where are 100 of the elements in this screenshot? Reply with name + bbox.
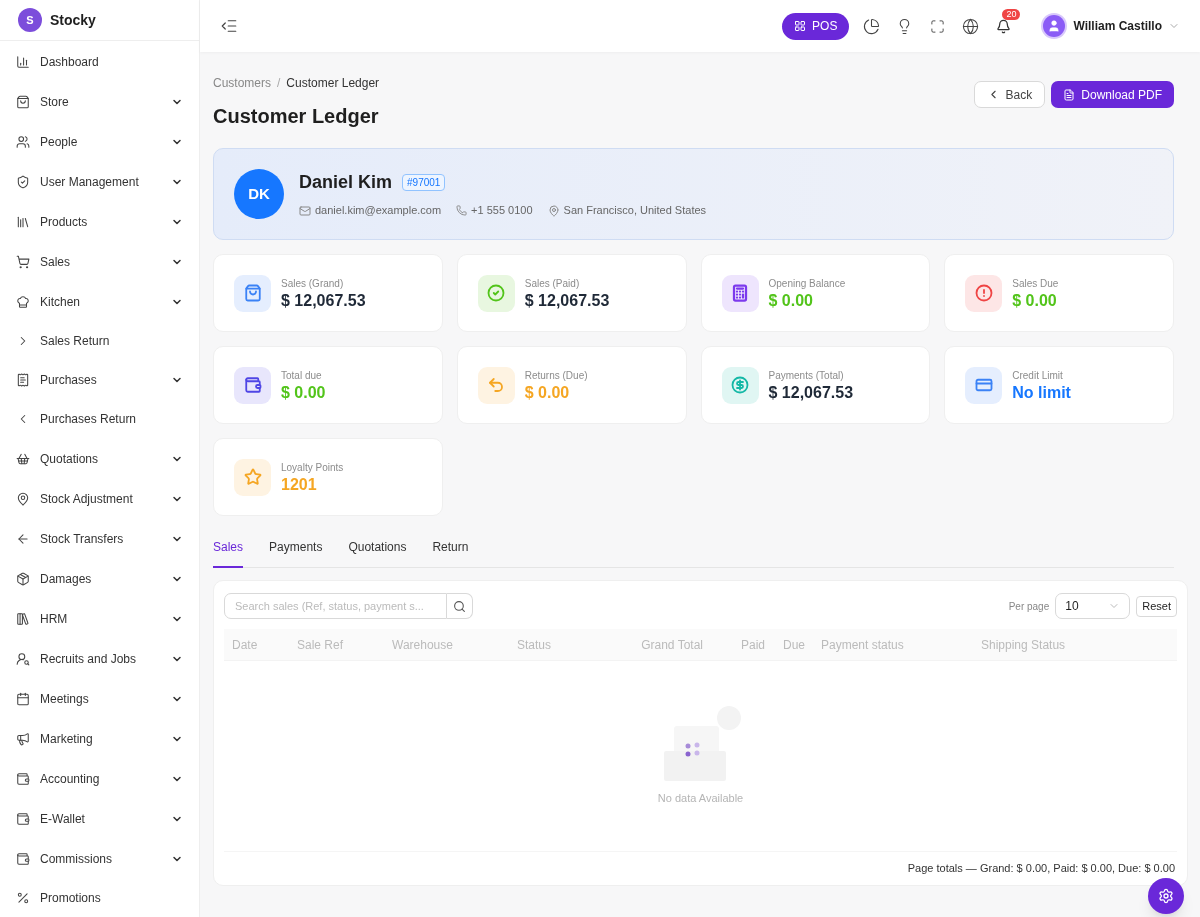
customer-name: Daniel Kim <box>299 171 393 195</box>
wallet-icon <box>16 811 30 826</box>
stat-label: Credit Limit <box>1012 368 1064 383</box>
fullscreen-icon[interactable] <box>930 18 946 34</box>
back-button[interactable]: Back <box>973 81 1046 108</box>
sidebar-item[interactable]: Quotations <box>0 438 199 479</box>
download-pdf-button[interactable]: Download PDF <box>1051 81 1174 108</box>
sidebar-item[interactable]: Sales <box>0 241 199 282</box>
tab[interactable]: Payments <box>269 538 323 568</box>
column-header: Payment status <box>820 636 905 654</box>
sidebar-item[interactable]: Recruits and Jobs <box>0 638 199 679</box>
sidebar-item[interactable]: Promotions <box>0 878 199 917</box>
stat-value: $ 0.00 <box>524 382 571 403</box>
empty-state-text: No data Available <box>657 790 744 806</box>
customer-code-tag: #97001 <box>402 174 446 192</box>
sidebar-item[interactable]: Purchases <box>0 360 199 400</box>
stat-label: Sales Due <box>1012 276 1059 291</box>
tab[interactable]: Sales <box>213 538 244 568</box>
sidebar-item[interactable]: Commissions <box>0 838 199 879</box>
settings-icon <box>1158 888 1174 904</box>
books-icon <box>16 611 30 626</box>
per-page-label: Per page <box>1008 599 1050 614</box>
settings-button[interactable] <box>1148 878 1184 914</box>
notification-badge: 20 <box>1002 8 1021 20</box>
column-header: Sale Ref <box>296 636 345 654</box>
map-pin-icon <box>547 204 560 217</box>
stat-label: Sales (Grand) <box>281 276 345 291</box>
column-header: Warehouse <box>391 636 454 654</box>
sidebar-item[interactable]: Marketing <box>0 718 199 759</box>
file-icon <box>1063 88 1076 101</box>
customer-phone: +1 555 0100 <box>471 203 533 219</box>
per-page-select[interactable]: 10 <box>1055 593 1131 619</box>
sidebar-item[interactable]: Store <box>0 81 199 122</box>
map-pin-icon <box>16 491 30 506</box>
wallet-icon <box>16 771 30 786</box>
sidebar-item[interactable]: Damages <box>0 558 199 599</box>
breadcrumb-current: Customer Ledger <box>286 75 380 92</box>
customer-email: daniel.kim@example.com <box>315 203 442 219</box>
column-header: Status <box>516 636 553 654</box>
sidebar-item[interactable]: User Management <box>0 161 199 202</box>
column-header: Date <box>231 636 259 654</box>
globe-icon[interactable] <box>962 17 980 35</box>
bar-chart-icon <box>16 55 30 70</box>
stat-label: Loyalty Points <box>281 460 344 475</box>
user-name[interactable]: William Castillo <box>1073 17 1162 35</box>
pie-chart-icon[interactable] <box>863 17 881 35</box>
customer-location: San Francisco, United States <box>563 203 707 219</box>
user-avatar[interactable] <box>1043 15 1066 37</box>
megaphone-icon <box>16 731 30 746</box>
column-header: Due <box>782 636 806 654</box>
column-header: Shipping Status <box>980 636 1067 654</box>
receipt-icon <box>16 373 30 387</box>
breadcrumb-separator: / <box>277 75 281 92</box>
sidebar-item[interactable]: Stock Transfers <box>0 518 199 559</box>
mail-icon <box>299 204 311 217</box>
sidebar-item[interactable]: HRM <box>0 598 199 639</box>
sidebar-item[interactable]: Purchases Return <box>0 400 199 439</box>
sidebar-item[interactable]: Dashboard <box>0 43 199 82</box>
bell-icon[interactable] <box>996 18 1012 34</box>
stat-value: 1201 <box>281 474 318 495</box>
brand-name: Stocky <box>50 10 96 30</box>
column-header: Grand Total <box>640 636 704 654</box>
pos-button[interactable]: POS <box>782 12 850 40</box>
shield-icon <box>16 174 30 189</box>
search-icon <box>453 599 466 613</box>
stat-value: $ 0.00 <box>281 382 326 403</box>
phone-icon <box>456 205 468 216</box>
sidebar-item[interactable]: Accounting <box>0 758 199 799</box>
stat-label: Total due <box>281 368 323 383</box>
stat-label: Payments (Total) <box>768 368 845 383</box>
menu-icon[interactable] <box>220 17 238 35</box>
stat-value: $ 12,067.53 <box>768 382 854 403</box>
sidebar-item[interactable]: Kitchen <box>0 281 199 322</box>
sidebar-item[interactable]: Products <box>0 201 199 242</box>
stat-value: No limit <box>1012 382 1071 403</box>
cart-icon <box>16 254 30 269</box>
calendar-icon <box>16 691 30 706</box>
sidebar-item[interactable]: People <box>0 121 199 162</box>
wallet-icon <box>16 851 30 866</box>
chef-hat-icon <box>16 294 30 309</box>
sidebar-item[interactable]: E-Wallet <box>0 798 199 839</box>
users-icon <box>16 134 30 149</box>
column-header: Paid <box>739 636 766 654</box>
customer-avatar: DK <box>234 169 284 219</box>
stat-value: $ 0.00 <box>768 290 814 311</box>
sidebar-item[interactable]: Meetings <box>0 678 199 719</box>
sidebar-item[interactable]: Stock Adjustment <box>0 478 199 519</box>
search-field[interactable]: Search sales (Ref, status, payment s... <box>224 593 447 619</box>
tab[interactable]: Quotations <box>348 538 407 568</box>
search-button[interactable] <box>447 593 473 619</box>
box-icon <box>16 571 30 586</box>
tab[interactable]: Return <box>432 538 469 568</box>
books-icon <box>16 214 30 229</box>
stat-label: Sales (Paid) <box>524 276 581 291</box>
brand-logo: S <box>18 8 42 32</box>
stat-value: $ 12,067.53 <box>524 290 610 311</box>
reset-button[interactable]: Reset <box>1136 595 1177 617</box>
stat-value: $ 12,067.53 <box>281 290 366 311</box>
sidebar-item[interactable]: Sales Return <box>0 321 199 360</box>
page-totals: Page totals — Grand: $ 0.00, Paid: $ 0.00, Due: $ 0.00 <box>907 861 1175 877</box>
